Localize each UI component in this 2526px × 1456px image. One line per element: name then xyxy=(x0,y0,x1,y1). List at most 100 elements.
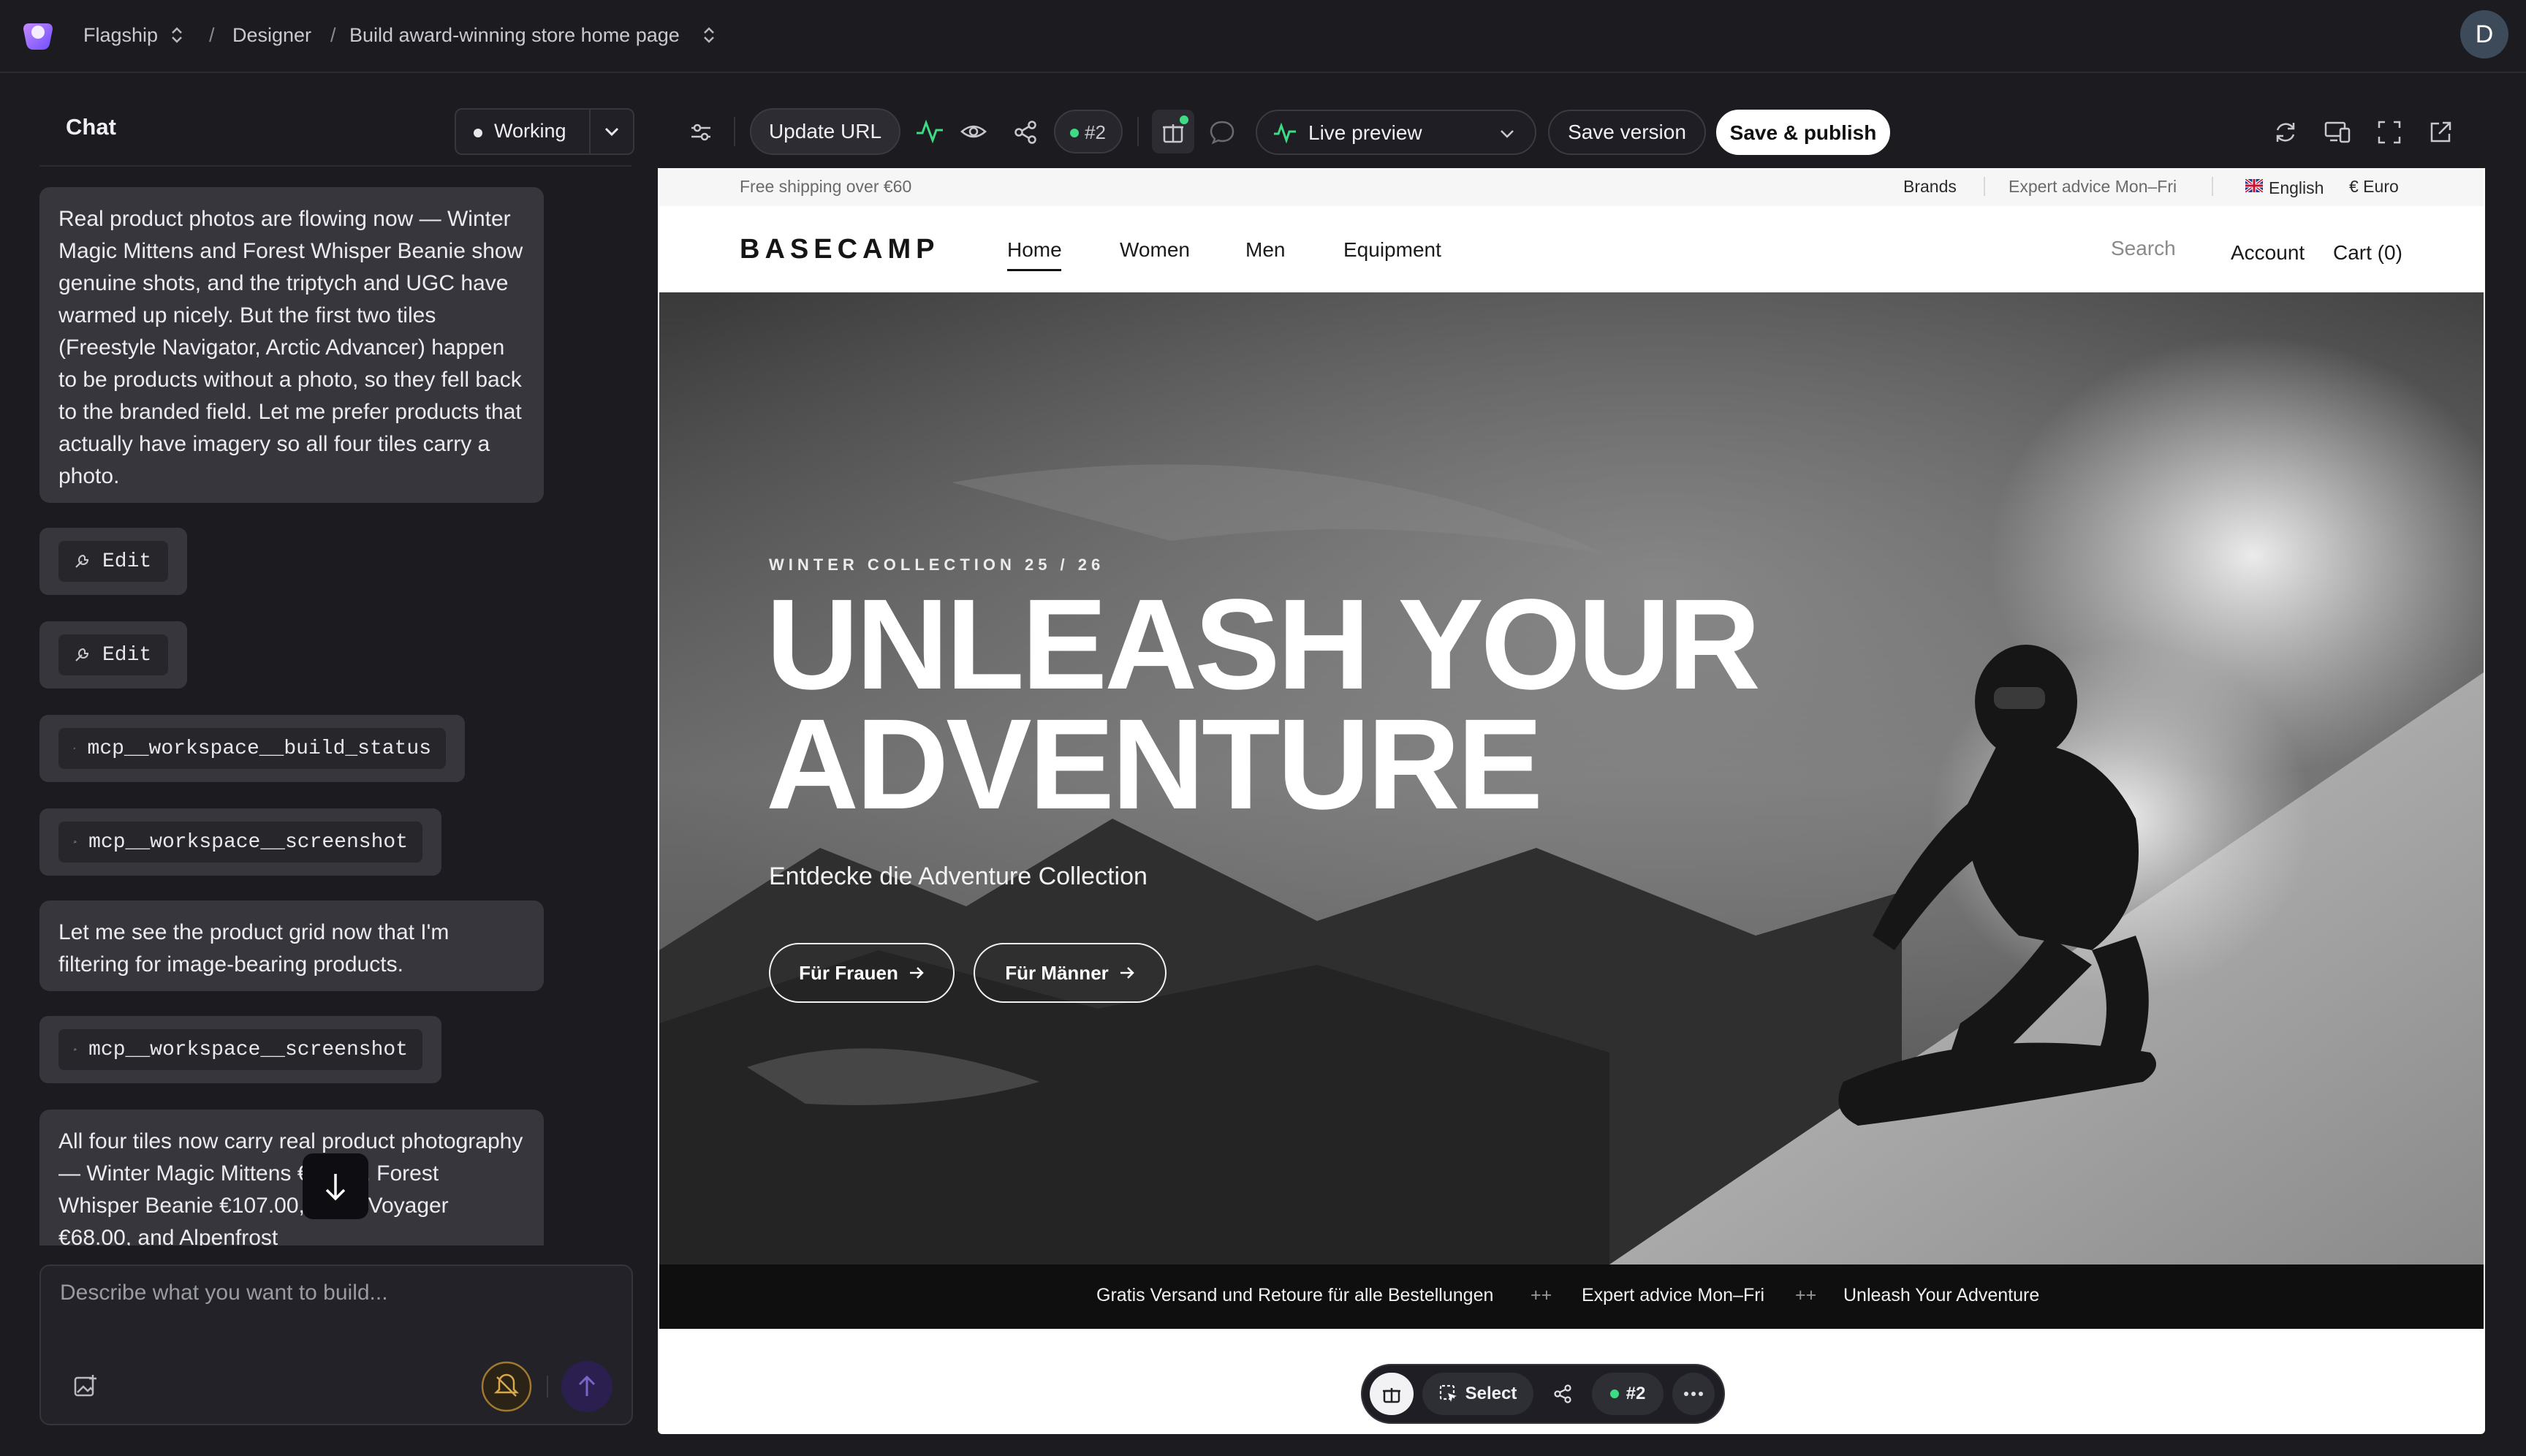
nav-equipment[interactable]: Equipment xyxy=(1343,238,1441,262)
stop-toggle-icon[interactable] xyxy=(481,1361,532,1412)
update-url-button[interactable]: Update URL xyxy=(750,108,900,155)
share-icon[interactable] xyxy=(1013,120,1038,145)
hero-subtitle: Entdecke die Adventure Collection xyxy=(769,862,1148,890)
wrench-icon xyxy=(73,841,77,843)
fullscreen-icon[interactable] xyxy=(2377,120,2402,145)
send-button[interactable] xyxy=(561,1361,612,1412)
ticker-separator: ++ xyxy=(1531,1285,1552,1305)
wrench-icon xyxy=(73,1048,77,1051)
open-external-icon[interactable] xyxy=(2428,120,2453,145)
breadcrumb-separator: / xyxy=(330,24,336,46)
nav-women[interactable]: Women xyxy=(1120,238,1190,262)
gift-icon[interactable] xyxy=(1152,110,1194,153)
tool-name: mcp__workspace__build_status xyxy=(87,737,431,760)
storefront-preview: Free shipping over €60 Brands Expert adv… xyxy=(659,168,2484,1433)
chevron-down-icon xyxy=(1501,130,1514,138)
comment-icon[interactable] xyxy=(1209,120,1235,145)
tool-call-chip[interactable]: mcp__workspace__build_status xyxy=(39,715,465,782)
app-logo-icon[interactable] xyxy=(18,15,58,56)
tool-call-chip[interactable]: Edit xyxy=(39,528,187,595)
tool-call-chip[interactable]: Edit xyxy=(39,621,187,689)
chat-input-placeholder: Describe what you want to build... xyxy=(60,1281,388,1305)
floating-edit-toolbar: Select #2 xyxy=(1361,1364,1725,1424)
status-dot xyxy=(1070,129,1079,137)
arrow-up-icon xyxy=(561,1361,612,1412)
settings-sliders-icon[interactable] xyxy=(689,120,713,145)
live-preview-label: Live preview xyxy=(1308,121,1422,144)
page-switcher-icon[interactable] xyxy=(702,25,716,45)
shop-women-button[interactable]: Für Frauen xyxy=(769,943,955,1003)
search-input[interactable]: Search xyxy=(2111,237,2176,260)
version-badge[interactable]: #2 xyxy=(1054,110,1123,153)
top-bar: Flagship / Designer / Build award-winnin… xyxy=(0,0,2526,73)
nav-home[interactable]: Home xyxy=(1007,238,1062,262)
responsive-devices-icon[interactable] xyxy=(2324,120,2351,145)
assistant-message: Let me see the product grid now that I'm… xyxy=(39,900,544,991)
divider xyxy=(547,1376,548,1398)
status-label: Working xyxy=(494,120,566,142)
activity-icon[interactable] xyxy=(915,118,944,145)
wrench-icon xyxy=(75,648,89,661)
arrow-down-icon xyxy=(325,1174,346,1201)
breadcrumb-section[interactable]: Designer xyxy=(232,22,311,48)
cart-link[interactable]: Cart (0) xyxy=(2333,241,2402,265)
shipping-notice: Free shipping over €60 xyxy=(740,177,912,196)
tool-name: Edit xyxy=(102,643,152,667)
hero-headline-line: ADVENTURE xyxy=(766,693,1543,836)
tool-name: Edit xyxy=(102,550,152,573)
chat-title: Chat xyxy=(66,114,116,140)
attach-image-icon[interactable] xyxy=(73,1373,98,1398)
tool-name: mcp__workspace__screenshot xyxy=(88,830,408,854)
marquee-ticker: Gratis Versand und Retoure für alle Best… xyxy=(659,1264,2484,1329)
tool-call-chip[interactable]: mcp__workspace__screenshot xyxy=(39,808,441,876)
ticker-separator: ++ xyxy=(1795,1285,1817,1305)
brands-link[interactable]: Brands xyxy=(1903,177,1957,197)
uk-flag-icon xyxy=(2245,179,2263,192)
wrench-icon xyxy=(75,554,89,568)
breadcrumb-page[interactable]: Build award-winning store home page xyxy=(349,22,680,48)
more-options-icon[interactable] xyxy=(1672,1373,1715,1415)
store-logo[interactable]: BASECAMP xyxy=(740,234,939,265)
divider xyxy=(39,165,632,167)
status-dropdown[interactable]: Working xyxy=(455,108,634,155)
hero-headline: UNLEASH YOUR ADVENTURE xyxy=(766,573,1761,836)
arrow-right-icon xyxy=(1120,967,1134,979)
breadcrumb-separator: / xyxy=(209,24,215,46)
breadcrumb-project[interactable]: Flagship xyxy=(83,22,158,48)
tool-name: mcp__workspace__screenshot xyxy=(88,1038,408,1061)
message-clip: All four tiles now carry real product ph… xyxy=(39,1110,544,1245)
status-dot xyxy=(474,129,482,137)
language-selector[interactable]: English xyxy=(2269,178,2324,198)
assistant-message: Real product photos are flowing now — Wi… xyxy=(39,187,544,503)
hero-headline-line: UNLEASH YOUR xyxy=(766,573,1761,716)
tool-call-chip[interactable]: mcp__workspace__screenshot xyxy=(39,1016,441,1083)
scroll-to-bottom-button[interactable] xyxy=(303,1153,368,1219)
ticker-item: Expert advice Mon–Fri xyxy=(1582,1285,1765,1305)
gift-icon[interactable] xyxy=(1370,1373,1414,1415)
user-avatar[interactable]: D xyxy=(2460,10,2508,58)
site-header: BASECAMP Home Women Men Equipment Search… xyxy=(659,206,2484,294)
ticker-item: Unleash Your Adventure xyxy=(1843,1285,2040,1305)
hero-banner: WINTER COLLECTION 25 / 26 UNLEASH YOUR A… xyxy=(659,292,2484,1264)
shop-men-button[interactable]: Für Männer xyxy=(974,943,1167,1003)
refresh-icon[interactable] xyxy=(2273,120,2298,145)
share-icon[interactable] xyxy=(1542,1373,1583,1415)
chevron-down-icon[interactable] xyxy=(602,123,621,140)
save-version-button[interactable]: Save version xyxy=(1548,110,1706,155)
announcement-bar: Free shipping over €60 Brands Expert adv… xyxy=(659,168,2484,207)
assistant-message: All four tiles now carry real product ph… xyxy=(39,1110,544,1245)
project-switcher-icon[interactable] xyxy=(170,25,184,45)
arrow-right-icon xyxy=(909,967,924,979)
live-preview-dropdown[interactable]: Live preview xyxy=(1256,110,1536,155)
currency-selector[interactable]: € Euro xyxy=(2349,177,2399,197)
eye-icon[interactable] xyxy=(960,120,987,143)
select-tool-button[interactable]: Select xyxy=(1422,1373,1533,1415)
account-link[interactable]: Account xyxy=(2231,241,2305,265)
version-badge[interactable]: #2 xyxy=(1592,1373,1664,1415)
hero-eyebrow: WINTER COLLECTION 25 / 26 xyxy=(769,556,1105,574)
activity-icon xyxy=(1274,123,1296,143)
nav-men[interactable]: Men xyxy=(1245,238,1285,262)
active-indicator xyxy=(1007,269,1061,271)
advice-link[interactable]: Expert advice Mon–Fri xyxy=(2009,177,2177,197)
save-publish-button[interactable]: Save & publish xyxy=(1716,110,1890,155)
